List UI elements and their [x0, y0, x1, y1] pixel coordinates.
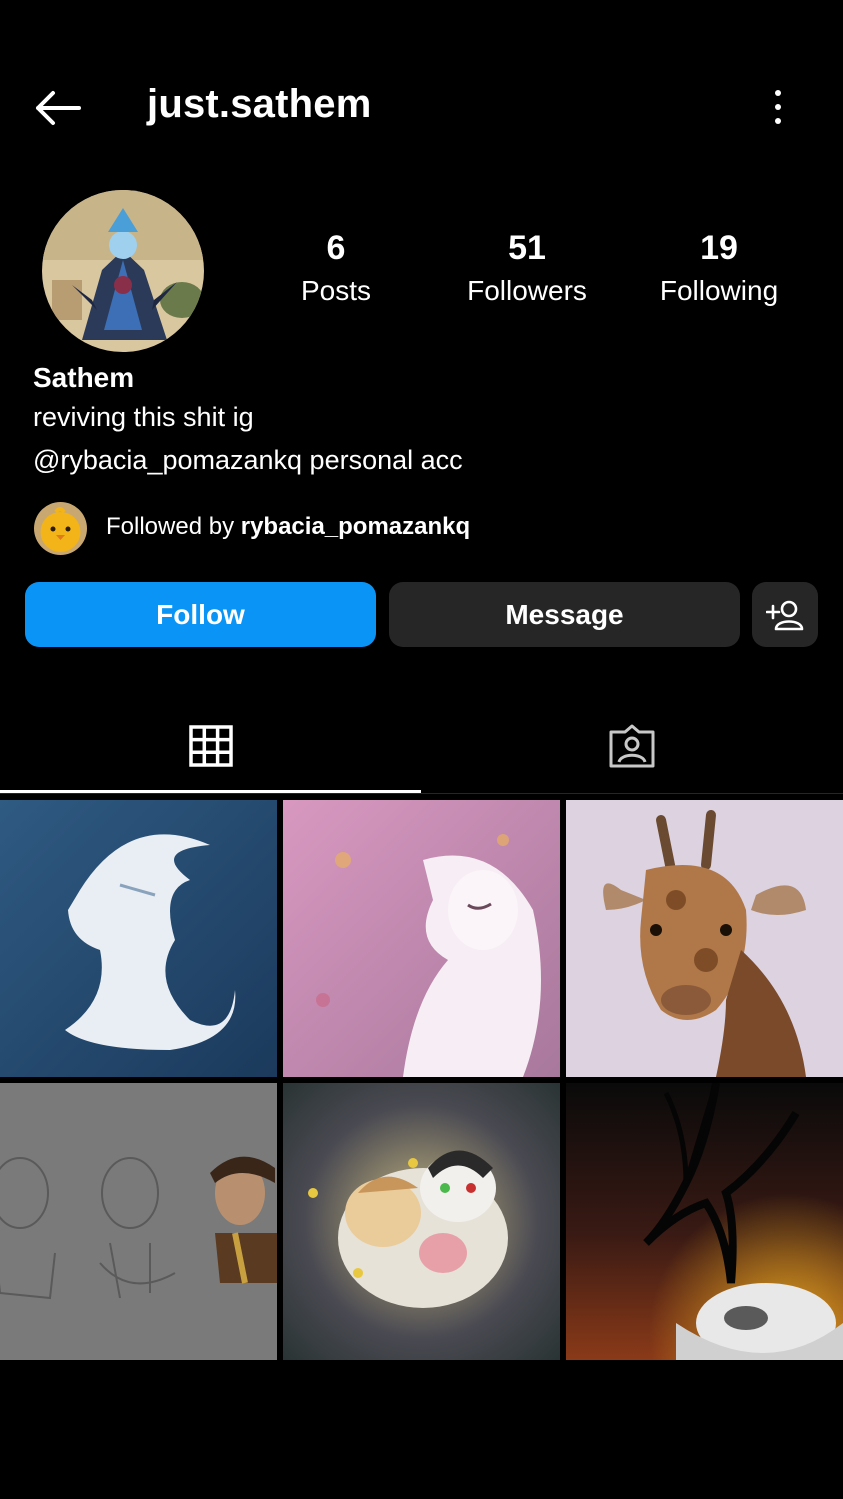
bio-mention-link[interactable]: @rybacia_pomazankq personal acc [33, 445, 463, 476]
posts-label: Posts [300, 275, 372, 306]
followers-count[interactable]: 51 Followers [452, 228, 602, 310]
post-thumbnail-pink-pony-drawing[interactable] [283, 800, 560, 1077]
bio-text: reviving this shit ig [33, 402, 254, 432]
suggest-users-button[interactable] [752, 582, 818, 647]
posts-value: 6 [326, 229, 346, 267]
arrow-left-icon [36, 91, 81, 125]
grid-icon [188, 725, 233, 767]
post-thumbnail-chibi-characters[interactable] [283, 1083, 560, 1360]
post-thumbnail-giraffe-watercolor[interactable] [566, 800, 843, 1077]
message-button[interactable]: Message [389, 582, 740, 647]
following-value: 19 [700, 229, 738, 267]
tab-posts-grid[interactable] [0, 700, 421, 792]
more-options-button[interactable] [760, 82, 796, 132]
followers-value: 51 [508, 229, 546, 267]
tabs-divider [0, 793, 843, 794]
followed-by-prefix: Followed by [106, 513, 241, 540]
tab-tagged[interactable] [421, 700, 843, 792]
posts-count[interactable]: 6 Posts [261, 228, 411, 310]
followed-by-username: rybacia_pomazankq [240, 513, 471, 540]
profile-username: just.sathem [147, 82, 372, 126]
follower-avatar[interactable] [34, 502, 87, 555]
back-button[interactable] [30, 84, 84, 132]
following-label: Following [659, 275, 779, 306]
tagged-person-icon [609, 724, 655, 768]
post-thumbnail-pencil-portraits[interactable] [0, 1083, 277, 1360]
add-person-icon [766, 600, 804, 630]
display-name: Sathem [33, 362, 135, 393]
followers-label: Followers [467, 275, 587, 306]
post-thumbnail-dark-creature-scene[interactable] [566, 1083, 843, 1360]
following-count[interactable]: 19 Following [644, 228, 794, 310]
post-thumbnail-white-dragon-sketch[interactable] [0, 800, 277, 1077]
profile-avatar[interactable] [42, 190, 204, 352]
follow-button[interactable]: Follow [25, 582, 376, 647]
followed-by-text[interactable]: Followed by rybacia_pomazankq [106, 513, 470, 541]
more-vertical-icon [775, 90, 781, 96]
